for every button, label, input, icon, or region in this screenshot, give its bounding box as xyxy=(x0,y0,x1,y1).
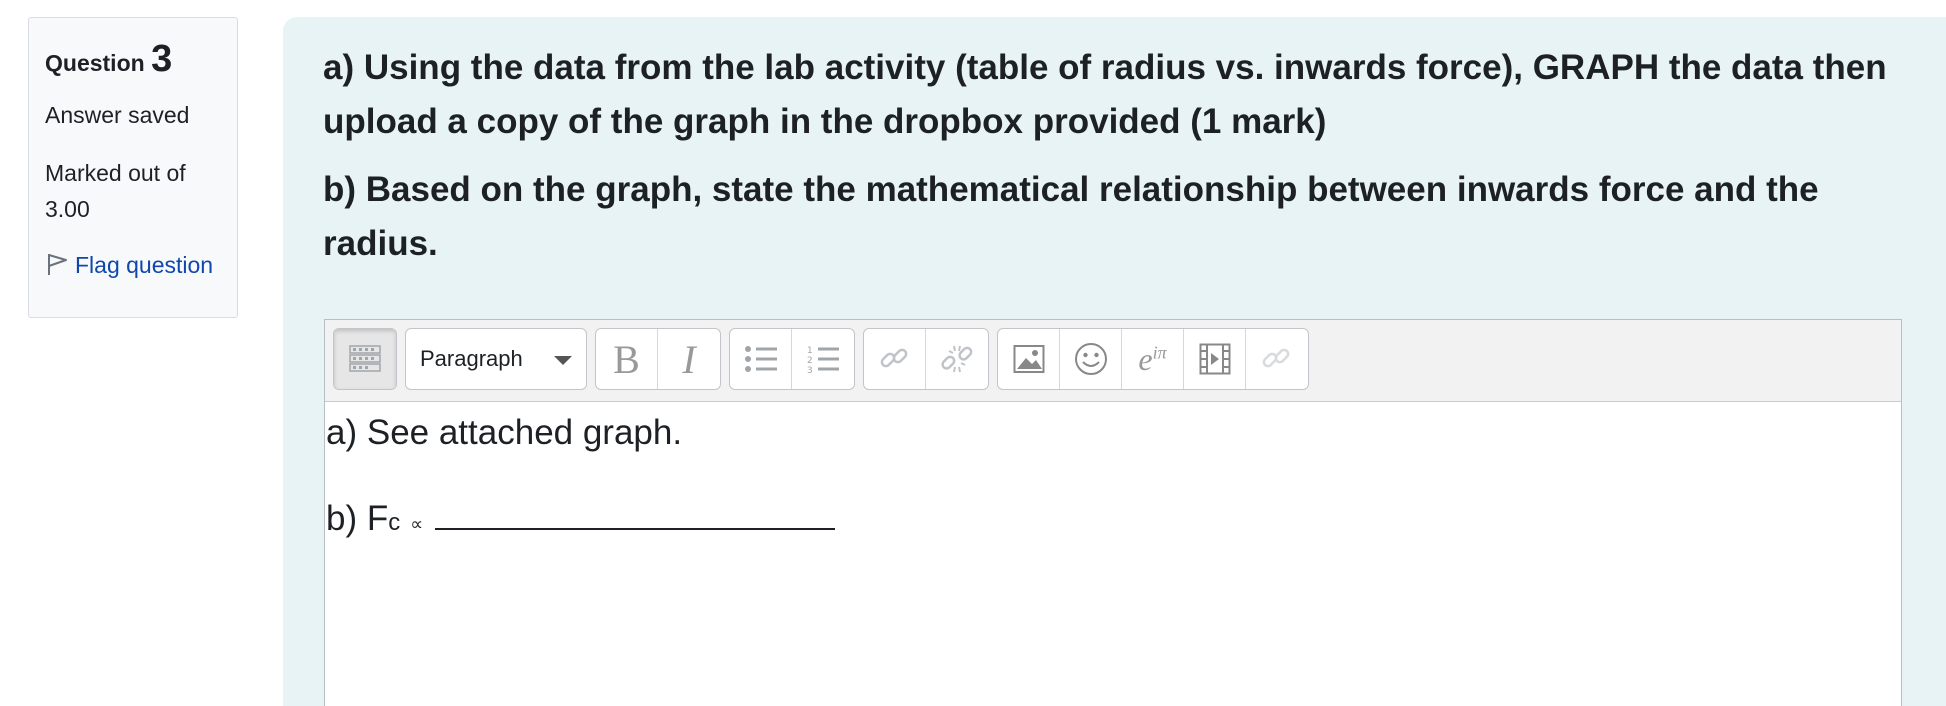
svg-text:1: 1 xyxy=(807,346,813,356)
show-more-button[interactable] xyxy=(334,329,396,389)
italic-button[interactable]: I xyxy=(658,329,720,389)
equation-icon-sup: iπ xyxy=(1152,341,1167,362)
answer-line-b: b) Fc ∝ xyxy=(326,494,1901,549)
numbered-list-button[interactable]: 1 2 3 xyxy=(792,329,854,389)
bulleted-list-icon xyxy=(744,344,778,374)
question-text: a) Using the data from the lab activity … xyxy=(323,41,1906,271)
image-icon xyxy=(1013,344,1045,374)
paragraph-style-label: Paragraph xyxy=(420,346,523,371)
link-button[interactable] xyxy=(864,329,926,389)
question-heading: Question 3 xyxy=(45,40,221,78)
toolbar-group-more xyxy=(333,328,397,390)
insert-emoji-button[interactable] xyxy=(1060,329,1122,389)
answer-state: Answer saved xyxy=(45,102,190,128)
bold-button[interactable]: B xyxy=(596,329,658,389)
flag-question-link[interactable]: Flag question xyxy=(45,247,221,283)
question-info-panel: Question 3 Answer saved Marked out of 3.… xyxy=(28,17,238,318)
bold-icon: B xyxy=(613,336,640,382)
media-icon xyxy=(1199,343,1231,375)
italic-icon: I xyxy=(682,336,696,382)
show-more-icon xyxy=(349,345,381,373)
unlink-button[interactable] xyxy=(926,329,988,389)
emoji-icon xyxy=(1074,342,1108,376)
link-icon xyxy=(878,342,912,376)
grade-info: Marked out of 3.00 xyxy=(45,160,186,222)
question-part-a: a) Using the data from the lab activity … xyxy=(323,48,1887,141)
editor-toolbar: Paragraph B I 1 2 3 eiπ xyxy=(325,320,1901,402)
answer-line-a: a) See attached graph. xyxy=(326,413,683,452)
proportional-symbol: ∝ xyxy=(410,514,424,534)
flag-question-label: Flag question xyxy=(75,252,214,278)
insert-media-button[interactable] xyxy=(1184,329,1246,389)
answer-blank-line xyxy=(435,528,836,530)
toolbar-group-format: B I xyxy=(595,328,721,390)
toolbar-group-lists: 1 2 3 xyxy=(729,328,855,390)
editor-content-area[interactable]: a) See attached graph. b) Fc ∝ xyxy=(325,402,1901,549)
bulleted-list-button[interactable] xyxy=(730,329,792,389)
manage-files-icon xyxy=(1260,342,1294,376)
equation-icon-base: e xyxy=(1138,340,1153,377)
flag-icon xyxy=(45,251,71,277)
svg-text:3: 3 xyxy=(807,366,813,374)
question-number: 3 xyxy=(151,38,173,80)
answer-editor: Paragraph B I 1 2 3 eiπ a) See attached … xyxy=(324,319,1902,706)
chevron-down-icon xyxy=(554,356,572,365)
unlink-icon xyxy=(940,342,974,376)
question-label: Question xyxy=(45,50,145,76)
question-content: a) Using the data from the lab activity … xyxy=(283,17,1946,706)
question-part-b: b) Based on the graph, state the mathema… xyxy=(323,170,1819,263)
paragraph-style-select[interactable]: Paragraph xyxy=(406,329,586,389)
equation-icon: eiπ xyxy=(1138,341,1166,378)
toolbar-group-style: Paragraph xyxy=(405,328,587,390)
toolbar-group-links xyxy=(863,328,989,390)
numbered-list-icon: 1 2 3 xyxy=(806,344,840,374)
insert-image-button[interactable] xyxy=(998,329,1060,389)
manage-files-button[interactable] xyxy=(1246,329,1308,389)
answer-line-b-subscript: c xyxy=(388,509,401,536)
svg-text:2: 2 xyxy=(807,356,813,366)
answer-line-b-prefix: b) F xyxy=(326,499,389,538)
insert-equation-button[interactable]: eiπ xyxy=(1122,329,1184,389)
toolbar-group-insert: eiπ xyxy=(997,328,1309,390)
